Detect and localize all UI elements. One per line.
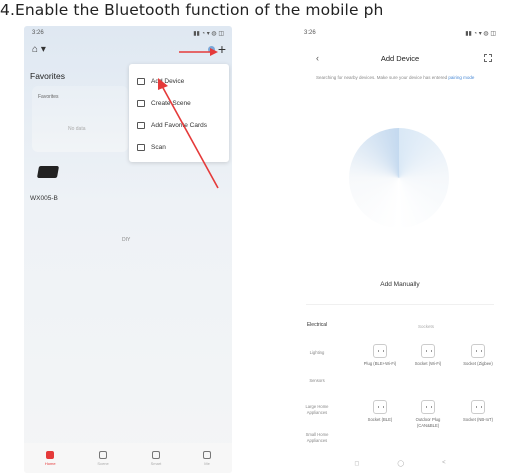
- favorites-title: Favorites: [30, 71, 65, 81]
- device-socket-zigbee[interactable]: Socket (Zigbee): [458, 344, 498, 367]
- instruction-caption: 4.Enable the Bluetooth function of the m…: [0, 1, 384, 19]
- category-electrical[interactable]: Electrical: [300, 322, 334, 328]
- plug-icon: [471, 400, 485, 414]
- favorites-card-label: Favorites: [38, 94, 59, 100]
- scene-tab-icon: [99, 450, 108, 459]
- diy-label: DIY: [122, 237, 131, 243]
- device-socket-ble[interactable]: Socket (BLE): [360, 400, 400, 423]
- status-icons: ▮▮ ◔ ▾ ◍ ◫: [465, 31, 496, 37]
- system-nav-bar: ◻ ◯ <: [296, 460, 504, 467]
- monitor-icon: [137, 77, 145, 85]
- category-sensors[interactable]: Sensors: [300, 378, 334, 384]
- status-time: 3:26: [32, 30, 44, 36]
- divider: [306, 304, 494, 305]
- menu-item-label: Add Device: [151, 77, 185, 85]
- device-socket-wifi[interactable]: Socket (Wi-Fi): [408, 344, 448, 367]
- menu-item-add-device[interactable]: Add Device: [129, 70, 229, 92]
- plug-icon: [373, 400, 387, 414]
- menu-item-add-favorite-cards[interactable]: Add Favorite Cards: [129, 114, 229, 136]
- menu-item-label: Create Scene: [151, 99, 191, 107]
- notice-text: Searching for nearby devices. Make sure …: [316, 75, 449, 80]
- menu-item-label: Add Favorite Cards: [151, 121, 207, 129]
- tab-label: Smart: [150, 460, 162, 466]
- device-outdoor-plug[interactable]: Outdoor Plug (CAN&BLE): [408, 400, 448, 428]
- nav-home-icon[interactable]: ◯: [397, 460, 404, 467]
- top-right-actions: +: [207, 42, 226, 56]
- tab-label: Home: [44, 460, 56, 466]
- category-small-home-appliances[interactable]: Small Home Appliances: [300, 432, 334, 444]
- device-icon[interactable]: [36, 166, 60, 178]
- status-bar: 3:26 ▮▮ ◔ ▾ ◍ ◫: [304, 30, 496, 40]
- device-label: Socket (BLE): [367, 417, 393, 422]
- plug-icon: [373, 344, 387, 358]
- plug-icon: [421, 400, 435, 414]
- device-label: Socket (Zigbee): [463, 361, 493, 366]
- edit-icon: [137, 99, 145, 107]
- menu-item-label: Scan: [151, 143, 166, 151]
- tab-scene[interactable]: Scene: [97, 450, 109, 466]
- add-menu-popup: Add Device Create Scene Add Favorite Car…: [129, 64, 229, 162]
- device-label: Socket (NB-IoT): [462, 417, 494, 422]
- phone-home-screen: 3:26 ▮▮ ◔ ▾ ◍ ◫ ⌂ ▾ + Favorites Favorite…: [24, 26, 232, 473]
- me-tab-icon: [203, 450, 212, 459]
- device-label: Plug (BLE+Wi-Fi): [363, 361, 397, 366]
- category-lighting[interactable]: Lighting: [300, 350, 334, 356]
- device-name: WX005-B: [30, 195, 58, 202]
- status-bar: 3:26 ▮▮ ◔ ▾ ◍ ◫: [32, 30, 224, 40]
- plug-icon: [471, 344, 485, 358]
- category-large-home-appliances[interactable]: Large Home Appliances: [300, 404, 334, 416]
- card-icon: [137, 121, 145, 129]
- home-icon[interactable]: ⌂ ▾: [32, 44, 46, 55]
- tab-label: Me: [204, 460, 210, 466]
- device-plug-ble-wifi[interactable]: Plug (BLE+Wi-Fi): [360, 344, 400, 367]
- page-title: Add Device: [380, 54, 420, 63]
- device-socket-nbiot[interactable]: Socket (NB-IoT): [458, 400, 498, 423]
- status-time: 3:26: [304, 30, 316, 36]
- nav-back-icon[interactable]: <: [442, 460, 446, 467]
- status-icons: ▮▮ ◔ ▾ ◍ ◫: [193, 31, 224, 37]
- search-notice: Searching for nearby devices. Make sure …: [316, 74, 486, 81]
- add-manually-title: Add Manually: [380, 281, 420, 288]
- device-label: Socket (Wi-Fi): [414, 361, 442, 366]
- tab-home[interactable]: Home: [44, 450, 56, 466]
- assistant-icon[interactable]: [207, 45, 215, 53]
- plus-icon[interactable]: +: [218, 42, 226, 56]
- menu-item-scan[interactable]: Scan: [129, 136, 229, 158]
- bottom-tab-bar: Home Scene Smart Me: [24, 443, 232, 473]
- pairing-mode-link[interactable]: pairing mode: [448, 75, 474, 80]
- menu-item-create-scene[interactable]: Create Scene: [129, 92, 229, 114]
- favorites-card-sub: No data: [68, 126, 86, 132]
- scan-icon: [137, 143, 145, 151]
- tab-me[interactable]: Me: [203, 450, 212, 466]
- home-tab-icon: [46, 450, 55, 459]
- category-header-sockets: Sockets: [418, 324, 435, 329]
- nav-menu-icon[interactable]: ◻: [354, 460, 359, 467]
- tab-smart[interactable]: Smart: [150, 450, 162, 466]
- favorites-card[interactable]: Favorites No data: [32, 86, 128, 152]
- tab-label: Scene: [97, 460, 109, 466]
- scan-icon[interactable]: [484, 54, 492, 62]
- phone-add-device-screen: 3:26 ▮▮ ◔ ▾ ◍ ◫ ‹ Add Device Searching f…: [296, 26, 504, 473]
- smart-tab-icon: [151, 450, 160, 459]
- radar-scan-animation: [349, 128, 449, 228]
- device-label: Outdoor Plug (CAN&BLE): [415, 417, 441, 428]
- plug-icon: [421, 344, 435, 358]
